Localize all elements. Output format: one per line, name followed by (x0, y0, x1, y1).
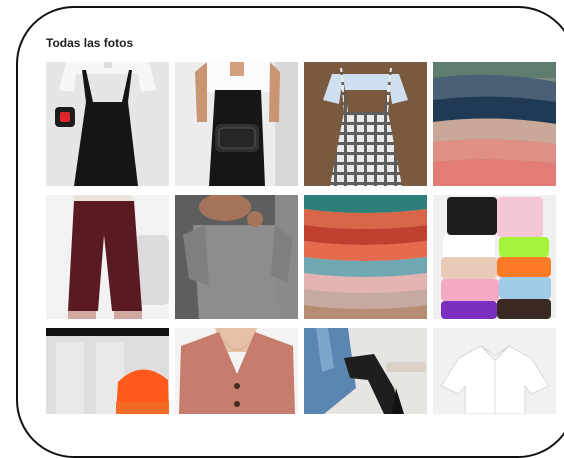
photo-burgundy-knit-pants[interactable] (46, 195, 169, 319)
photo-colorful-beanies[interactable] (433, 195, 556, 319)
video-badge-icon (55, 107, 75, 127)
photo-black-jumpsuit-belt-bag[interactable] (175, 62, 298, 186)
photo-pink-cardigan[interactable] (175, 328, 298, 414)
photo-grid (46, 62, 558, 414)
photo-black-overall-dress[interactable] (46, 62, 169, 186)
photo-plaid-pinafore-dress[interactable] (304, 62, 427, 186)
photo-white-shirt[interactable] (433, 328, 556, 414)
photo-grey-knit-dress[interactable] (175, 195, 298, 319)
photo-folded-knit-sweaters[interactable] (433, 62, 556, 186)
photo-orange-beanie[interactable] (46, 328, 169, 414)
photo-stacked-colorful-sweaters[interactable] (304, 195, 427, 319)
photo-denim-jacket[interactable] (304, 328, 427, 414)
section-title: Todas las fotos (46, 36, 134, 50)
